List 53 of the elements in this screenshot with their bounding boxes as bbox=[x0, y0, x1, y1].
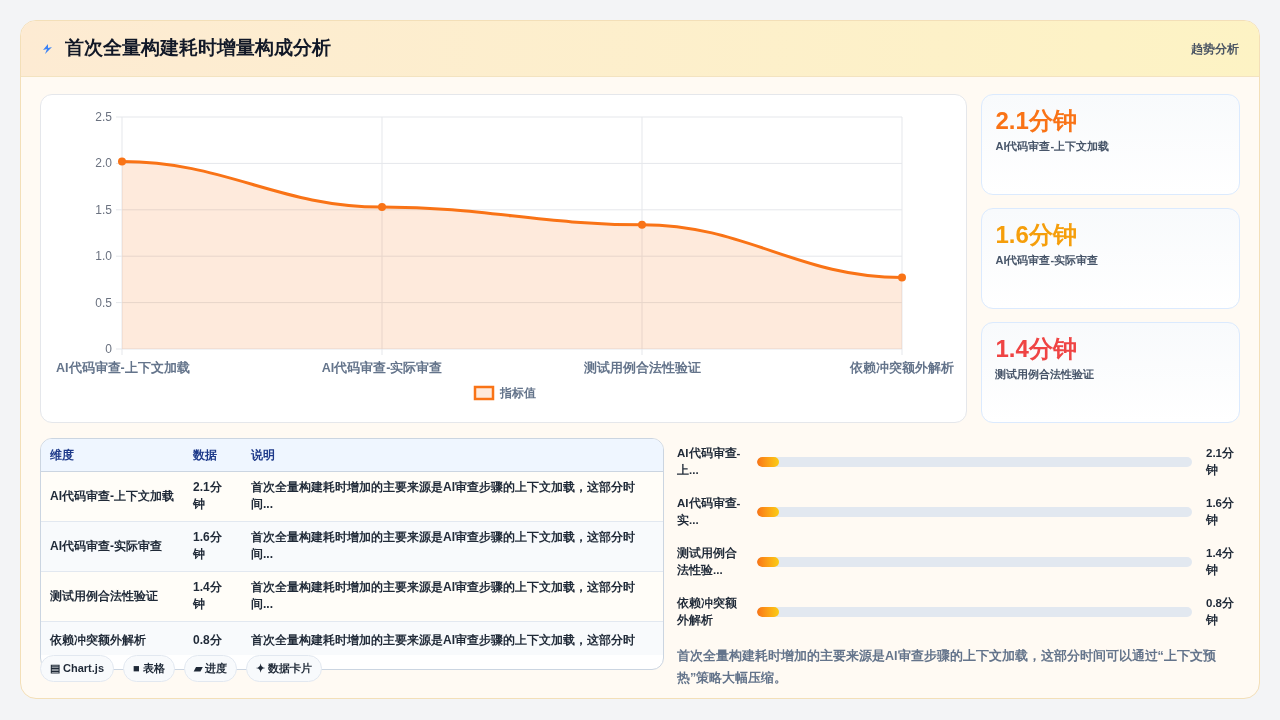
progress-value: 2.1分钟 bbox=[1206, 446, 1235, 478]
progress-value: 0.8分钟 bbox=[1206, 596, 1235, 628]
y-tick-label: 1.0 bbox=[95, 249, 112, 264]
table-cell: 2.1分钟 bbox=[184, 471, 242, 521]
progress-label: 测试用例合法性验... bbox=[677, 546, 738, 578]
y-tick-label: 0 bbox=[105, 342, 112, 356]
data-point bbox=[118, 157, 126, 166]
column-header: 维度 bbox=[41, 439, 184, 471]
stat-label: AI代码审查-实际审查 bbox=[995, 253, 1099, 268]
table-cell: 1.6分钟 bbox=[184, 521, 242, 571]
x-tick-label: 测试用例合法性验证 bbox=[583, 361, 701, 375]
y-tick-label: 2.0 bbox=[95, 156, 112, 171]
y-tick-label: 2.5 bbox=[95, 110, 112, 124]
column-header: 说明 bbox=[242, 439, 663, 471]
view-tab[interactable]: ▰ 进度 bbox=[183, 655, 237, 682]
progress-label: AI代码审查-实... bbox=[677, 496, 742, 528]
stat-label: AI代码审查-上下文加载 bbox=[995, 139, 1110, 154]
column-header: 数据 bbox=[184, 439, 242, 471]
table-cell: 首次全量构建耗时增加的主要来源是AI审查步骤的上下文加载，这部分时间... bbox=[242, 471, 663, 521]
progress-value: 1.4分钟 bbox=[1206, 546, 1235, 578]
stat-label: 测试用例合法性验证 bbox=[995, 367, 1095, 382]
stat-value: 1.6分钟 bbox=[995, 220, 1077, 250]
data-point bbox=[898, 273, 906, 282]
x-tick-label: 依赖冲突额外解析 bbox=[850, 361, 954, 375]
table-cell: AI代码审查-上下文加载 bbox=[41, 471, 184, 521]
table-cell: 首次全量构建耗时增加的主要来源是AI审查步骤的上下文加载，这部分时间... bbox=[242, 521, 663, 571]
summary-text: 首次全量构建耗时增加的主要来源是AI审查步骤的上下文加载，这部分时间可以通过“上下文预热”策略大幅压缩。 bbox=[677, 647, 1217, 687]
table-cell: 测试用例合法性验证 bbox=[41, 571, 184, 621]
page-title: 首次全量构建耗时增量构成分析 bbox=[65, 36, 331, 61]
data-point bbox=[378, 203, 386, 211]
x-tick-label: AI代码审查-上下文加载 bbox=[56, 361, 190, 375]
stat-value: 2.1分钟 bbox=[995, 106, 1077, 136]
stat-value: 1.4分钟 bbox=[995, 334, 1077, 364]
table-cell: AI代码审查-实际审查 bbox=[41, 521, 184, 571]
progress-value: 1.6分钟 bbox=[1206, 496, 1235, 528]
progress-label: AI代码审查-上... bbox=[677, 446, 742, 478]
view-tab[interactable]: ■ 表格 bbox=[123, 655, 175, 682]
trend-analysis-link[interactable]: 趋势分析 bbox=[1191, 39, 1239, 58]
table-cell: 1.4分钟 bbox=[184, 571, 242, 621]
y-tick-label: 1.5 bbox=[95, 202, 112, 217]
legend-swatch[interactable] bbox=[473, 385, 495, 401]
legend-label[interactable]: 指标值 bbox=[500, 386, 536, 400]
lightning-icon bbox=[41, 43, 53, 54]
view-tab[interactable]: ✦ 数据卡片 bbox=[245, 655, 322, 682]
table-cell: 首次全量构建耗时增加的主要来源是AI审查步骤的上下文加载，这部分时 bbox=[242, 621, 663, 655]
table-cell: 首次全量构建耗时增加的主要来源是AI审查步骤的上下文加载，这部分时间... bbox=[242, 571, 663, 621]
y-tick-label: 0.5 bbox=[95, 295, 112, 310]
x-tick-label: AI代码审查-实际审查 bbox=[321, 361, 443, 375]
view-tab[interactable]: ▤ Chart.js bbox=[40, 655, 114, 682]
data-point bbox=[638, 220, 646, 229]
table-cell: 依赖冲突额外解析 bbox=[41, 621, 184, 655]
table-cell: 0.8分 bbox=[184, 621, 242, 655]
progress-label: 依赖冲突额外解析 bbox=[677, 595, 738, 628]
